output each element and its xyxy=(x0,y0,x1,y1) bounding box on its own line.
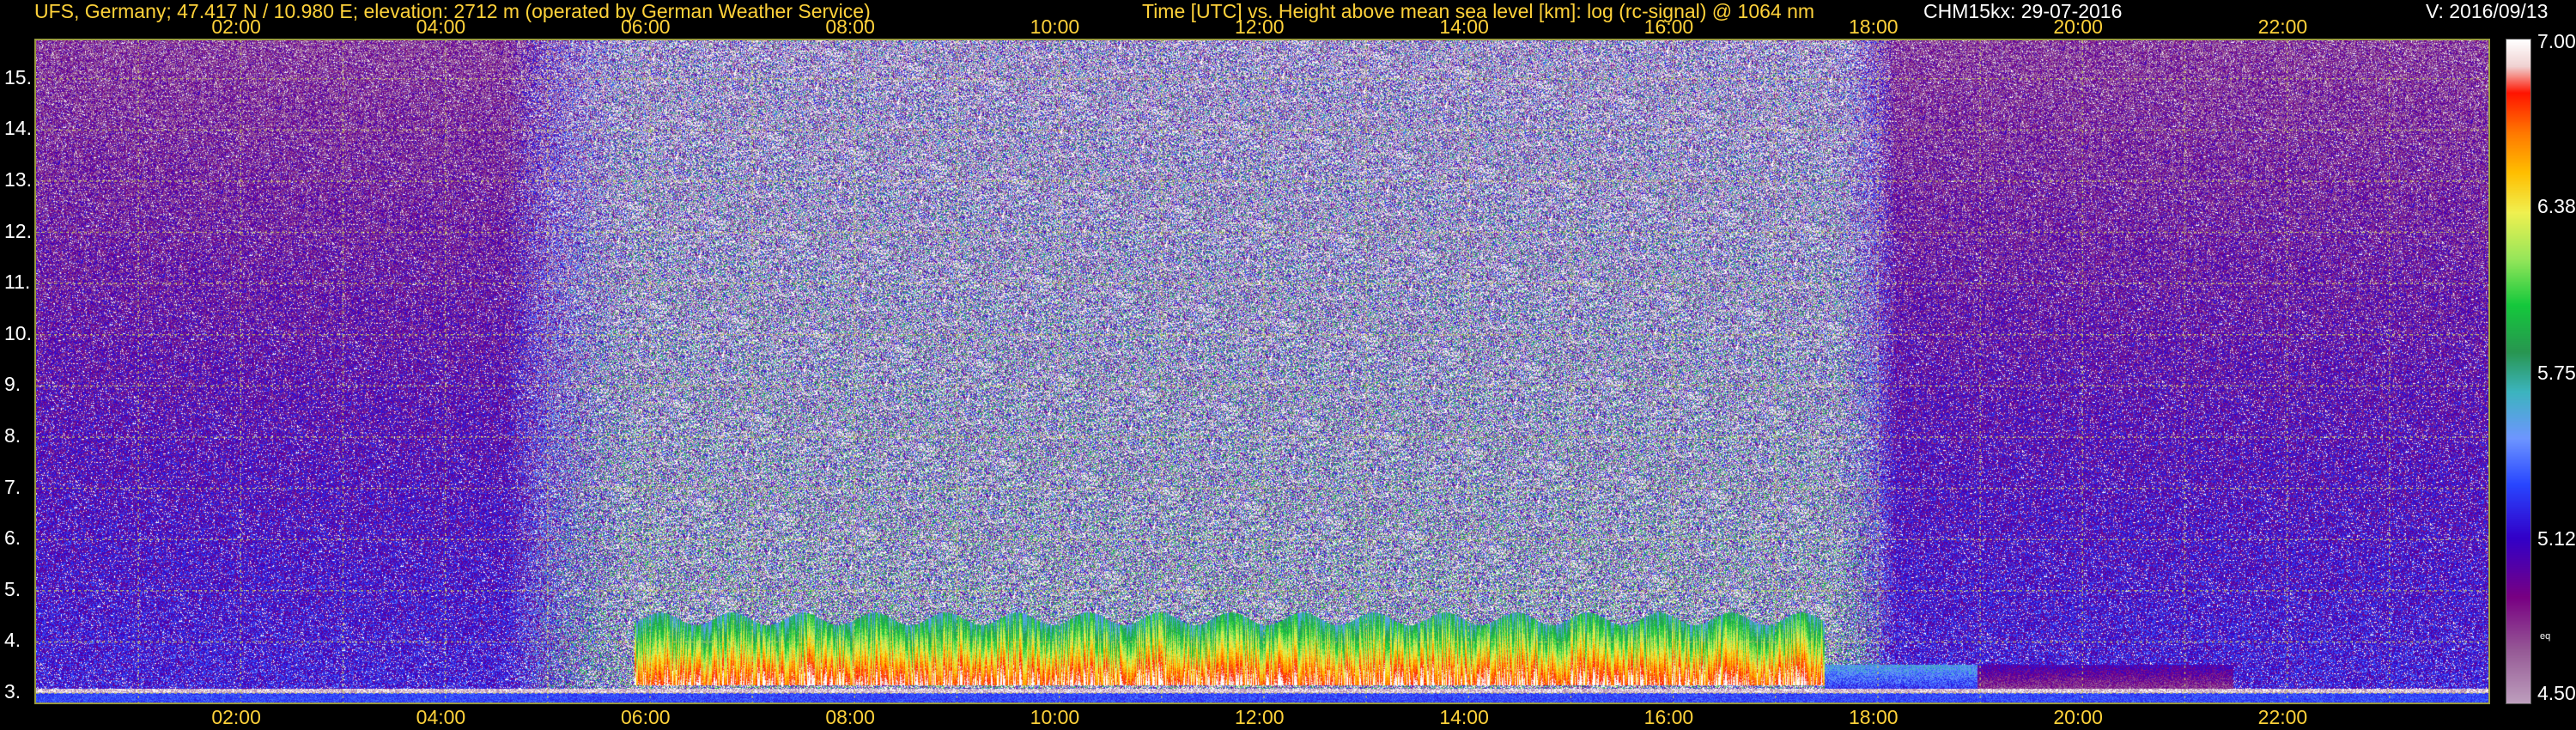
x-tick-label: 06:00 xyxy=(621,706,671,728)
colorbar-unit-note: eq xyxy=(2540,631,2551,642)
x-tick-label: 02:00 xyxy=(211,706,261,728)
y-tick-label: 4. xyxy=(4,629,21,652)
y-tick-label: 15. xyxy=(4,65,32,88)
colorbar-tick-label: 6.38 xyxy=(2537,194,2576,217)
x-tick-label: 12:00 xyxy=(1235,706,1285,728)
x-tick-label: 12:00 xyxy=(1235,15,1285,38)
version-label: V: 2016/09/13 xyxy=(2426,0,2549,22)
x-tick-label: 18:00 xyxy=(1849,15,1899,38)
y-tick-label: 11. xyxy=(4,271,31,294)
colorbar xyxy=(2506,39,2531,704)
x-tick-label: 16:00 xyxy=(1643,15,1694,38)
y-tick-label: 8. xyxy=(4,424,21,447)
colorbar-tick-label: 5.12 xyxy=(2537,527,2576,551)
colorbar-tick-label: 5.75 xyxy=(2537,361,2576,384)
x-tick-label: 22:00 xyxy=(2257,15,2308,38)
x-tick-label: 02:00 xyxy=(211,15,261,38)
x-tick-label: 06:00 xyxy=(621,15,671,38)
y-tick-label: 14. xyxy=(4,117,32,140)
gridlines xyxy=(36,40,2488,703)
y-tick-label: 7. xyxy=(4,475,21,498)
x-tick-label: 16:00 xyxy=(1643,706,1694,728)
colorbar-tick-label: 4.50 xyxy=(2537,682,2576,704)
y-tick-label: 9. xyxy=(4,373,21,396)
y-tick-label: 12. xyxy=(4,219,32,242)
y-tick-label: 13. xyxy=(4,167,32,191)
x-tick-label: 22:00 xyxy=(2257,706,2308,728)
x-tick-label: 10:00 xyxy=(1030,706,1080,728)
x-tick-label: 14:00 xyxy=(1439,706,1489,728)
x-tick-label: 20:00 xyxy=(2053,706,2103,728)
x-tick-label: 04:00 xyxy=(416,15,466,38)
y-tick-label: 6. xyxy=(4,526,21,550)
x-tick-label: 04:00 xyxy=(416,706,466,728)
y-tick-label: 10. xyxy=(4,321,32,344)
colorbar-tick-label: 7.00 xyxy=(2537,30,2576,52)
y-tick-label: 3. xyxy=(4,680,21,703)
x-tick-label: 10:00 xyxy=(1030,15,1080,38)
y-tick-label: 5. xyxy=(4,577,21,600)
x-tick-label: 18:00 xyxy=(1849,706,1899,728)
x-tick-label: 08:00 xyxy=(825,15,875,38)
x-tick-label: 14:00 xyxy=(1439,15,1489,38)
x-tick-label: 08:00 xyxy=(825,706,875,728)
lidar-heatmap xyxy=(34,39,2490,704)
x-tick-label: 20:00 xyxy=(2053,15,2103,38)
